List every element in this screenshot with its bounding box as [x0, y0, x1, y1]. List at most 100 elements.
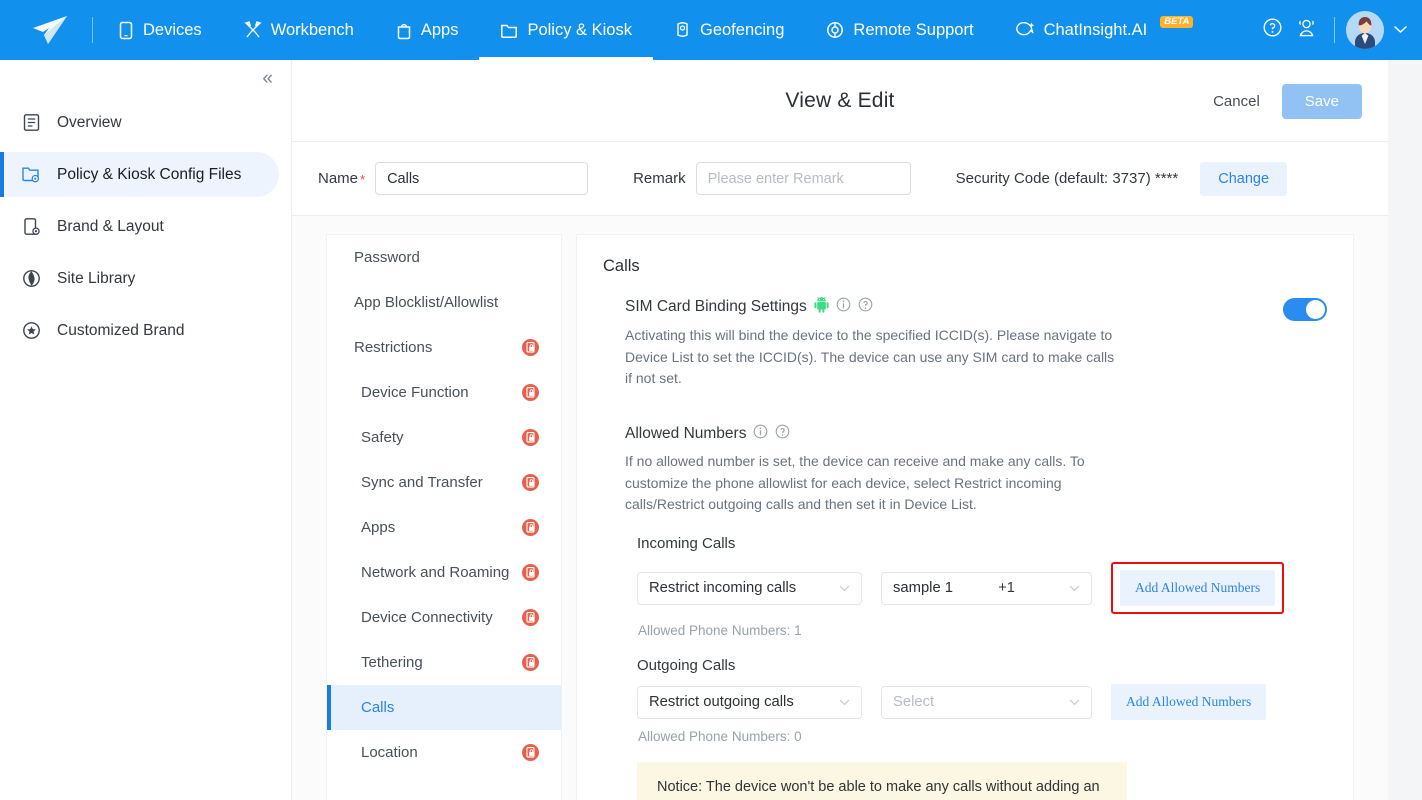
incoming-allowed-list-select[interactable]: sample 1 +1	[881, 571, 1092, 605]
sidebar-item-brand-layout[interactable]: Brand & Layout	[0, 204, 279, 249]
globe-icon	[20, 269, 42, 288]
outgoing-allowed-list-placeholder: Select	[893, 694, 935, 711]
sidebar-collapse-button[interactable]: «	[258, 67, 277, 90]
sidebar-item-site-library[interactable]: Site Library	[0, 256, 279, 301]
outgoing-calls-mode-value: Restrict outgoing calls	[649, 694, 794, 711]
config-nav-item-location-label: Location	[361, 744, 418, 761]
incoming-calls-mode-select[interactable]: Restrict incoming calls	[637, 571, 862, 605]
sidebar-item-policy-kiosk-config-files[interactable]: Policy & Kiosk Config Files	[0, 152, 279, 197]
lifebuoy-icon	[826, 21, 844, 39]
config-body: Password App Blocklist/Allowlist Restric…	[292, 216, 1388, 800]
incoming-calls-controls: Restrict incoming calls sample 1 +1 Add …	[637, 562, 1327, 615]
info-circle-icon[interactable]	[836, 297, 851, 317]
chevron-down-icon	[1393, 21, 1408, 39]
sidebar-item-policy-kiosk-config-files-label: Policy & Kiosk Config Files	[57, 165, 242, 183]
info-circle-icon[interactable]	[753, 424, 768, 444]
outgoing-allowed-list-select[interactable]: Select	[881, 685, 1092, 719]
config-nav-item-device-function[interactable]: Device Function	[327, 370, 561, 415]
nav-item-chatinsight[interactable]: ChatInsight.AI BETA	[995, 0, 1215, 60]
nav-item-devices-label: Devices	[143, 20, 202, 39]
name-input[interactable]	[375, 162, 589, 195]
device-config-icon	[20, 217, 42, 236]
nav-item-remote-support[interactable]: Remote Support	[805, 0, 994, 60]
allowed-numbers-section: Allowed Numbers If no allowed number is …	[603, 424, 1327, 800]
sim-card-binding-toggle[interactable]	[1283, 298, 1327, 321]
config-nav-item-restrictions-label: Restrictions	[354, 339, 433, 356]
config-nav-item-calls[interactable]: Calls	[327, 685, 561, 730]
config-nav-item-password-label: Password	[354, 249, 420, 266]
app-root: Devices Workbench Apps Policy & Kiosk Ge…	[0, 0, 1422, 800]
chevron-double-left-icon: «	[262, 67, 273, 89]
nav-item-policy-kiosk[interactable]: Policy & Kiosk	[479, 0, 653, 60]
config-nav-item-device-function-label: Device Function	[361, 384, 469, 401]
nav-item-policy-kiosk-label: Policy & Kiosk	[527, 20, 632, 39]
map-pin-icon	[674, 21, 691, 40]
sidebar-item-site-library-label: Site Library	[57, 269, 136, 287]
incoming-allowed-phone-numbers-count: Allowed Phone Numbers: 1	[638, 623, 802, 639]
help-button[interactable]	[1255, 0, 1289, 60]
nav-items: Devices Workbench Apps Policy & Kiosk Ge…	[97, 0, 1214, 60]
allowed-numbers-title: Allowed Numbers	[625, 425, 747, 443]
chevron-down-icon	[839, 582, 850, 594]
airdroid-logo-icon	[33, 16, 67, 44]
folder-icon	[500, 22, 518, 39]
device-lock-icon	[522, 564, 539, 581]
config-nav-item-network-and-roaming[interactable]: Network and Roaming	[327, 550, 561, 595]
cancel-button[interactable]: Cancel	[1209, 87, 1264, 116]
brand-logo[interactable]	[0, 0, 92, 60]
avatar[interactable]	[1346, 11, 1384, 49]
nav-item-remote-support-label: Remote Support	[853, 20, 974, 39]
config-nav-item-network-and-roaming-label: Network and Roaming	[361, 564, 510, 581]
outgoing-calls-controls: Restrict outgoing calls Select Add Allow…	[637, 684, 1327, 721]
change-security-code-button[interactable]: Change	[1200, 161, 1288, 196]
config-nav-item-device-connectivity[interactable]: Device Connectivity	[327, 595, 561, 640]
outgoing-add-allowed-numbers-button[interactable]: Add Allowed Numbers	[1111, 684, 1267, 721]
device-lock-icon	[522, 744, 539, 761]
config-nav-item-apps[interactable]: Apps	[327, 505, 561, 550]
incoming-add-allowed-numbers-button[interactable]: Add Allowed Numbers	[1120, 570, 1276, 607]
config-nav-item-safety[interactable]: Safety	[327, 415, 561, 460]
device-lock-icon	[522, 609, 539, 626]
folder-config-icon	[20, 165, 42, 184]
sidebar-item-customized-brand[interactable]: Customized Brand	[0, 308, 279, 353]
config-nav-item-location[interactable]: Location	[327, 730, 561, 775]
remark-input[interactable]	[695, 162, 911, 195]
chevron-down-icon	[1069, 696, 1080, 708]
outgoing-calls-mode-select[interactable]: Restrict outgoing calls	[637, 685, 862, 719]
section-title: Calls	[603, 257, 640, 275]
config-nav-item-password[interactable]: Password	[327, 235, 561, 280]
config-nav-item-safety-label: Safety	[361, 429, 404, 446]
sidebar-item-overview-label: Overview	[57, 113, 122, 131]
device-lock-icon	[522, 339, 539, 356]
save-button[interactable]: Save	[1281, 84, 1362, 119]
star-circle-icon	[20, 321, 42, 340]
config-nav-item-sync-and-transfer[interactable]: Sync and Transfer	[327, 460, 561, 505]
nav-separator	[1334, 17, 1335, 43]
sim-card-binding-header: SIM Card Binding Settings	[625, 296, 1327, 318]
nav-item-workbench[interactable]: Workbench	[223, 0, 375, 60]
help-circle-icon[interactable]	[858, 297, 873, 317]
nav-item-apps[interactable]: Apps	[375, 0, 480, 60]
beta-badge: BETA	[1160, 15, 1194, 29]
device-lock-icon	[522, 429, 539, 446]
config-nav-item-app-blocklist-allowlist[interactable]: App Blocklist/Allowlist	[327, 280, 561, 325]
config-nav-item-sync-and-transfer-label: Sync and Transfer	[361, 474, 483, 491]
nav-item-geofencing[interactable]: Geofencing	[653, 0, 805, 60]
nav-item-chatinsight-label: ChatInsight.AI	[1043, 20, 1148, 39]
support-agent-button[interactable]	[1289, 0, 1323, 60]
help-circle-icon[interactable]	[775, 424, 790, 444]
incoming-allowed-list-value: sample 1	[893, 580, 954, 597]
nav-item-devices[interactable]: Devices	[97, 0, 223, 60]
sidebar-item-overview[interactable]: Overview	[0, 100, 279, 145]
outgoing-calls-group: Outgoing Calls Restrict outgoing calls S…	[637, 657, 1327, 744]
headset-agent-icon	[1296, 17, 1317, 43]
config-nav-item-restrictions[interactable]: Restrictions	[327, 325, 561, 370]
account-dropdown-toggle[interactable]	[1393, 21, 1408, 39]
left-sidebar: « Overview Policy & Kiosk Config Files B…	[0, 60, 292, 800]
device-lock-icon	[522, 519, 539, 536]
tools-icon	[243, 21, 262, 39]
allowed-numbers-description: If no allowed number is set, the device …	[625, 453, 1085, 513]
android-icon	[814, 296, 829, 318]
config-nav-item-tethering[interactable]: Tethering	[327, 640, 561, 685]
incoming-calls-group: Incoming Calls Restrict incoming calls s…	[637, 535, 1327, 638]
